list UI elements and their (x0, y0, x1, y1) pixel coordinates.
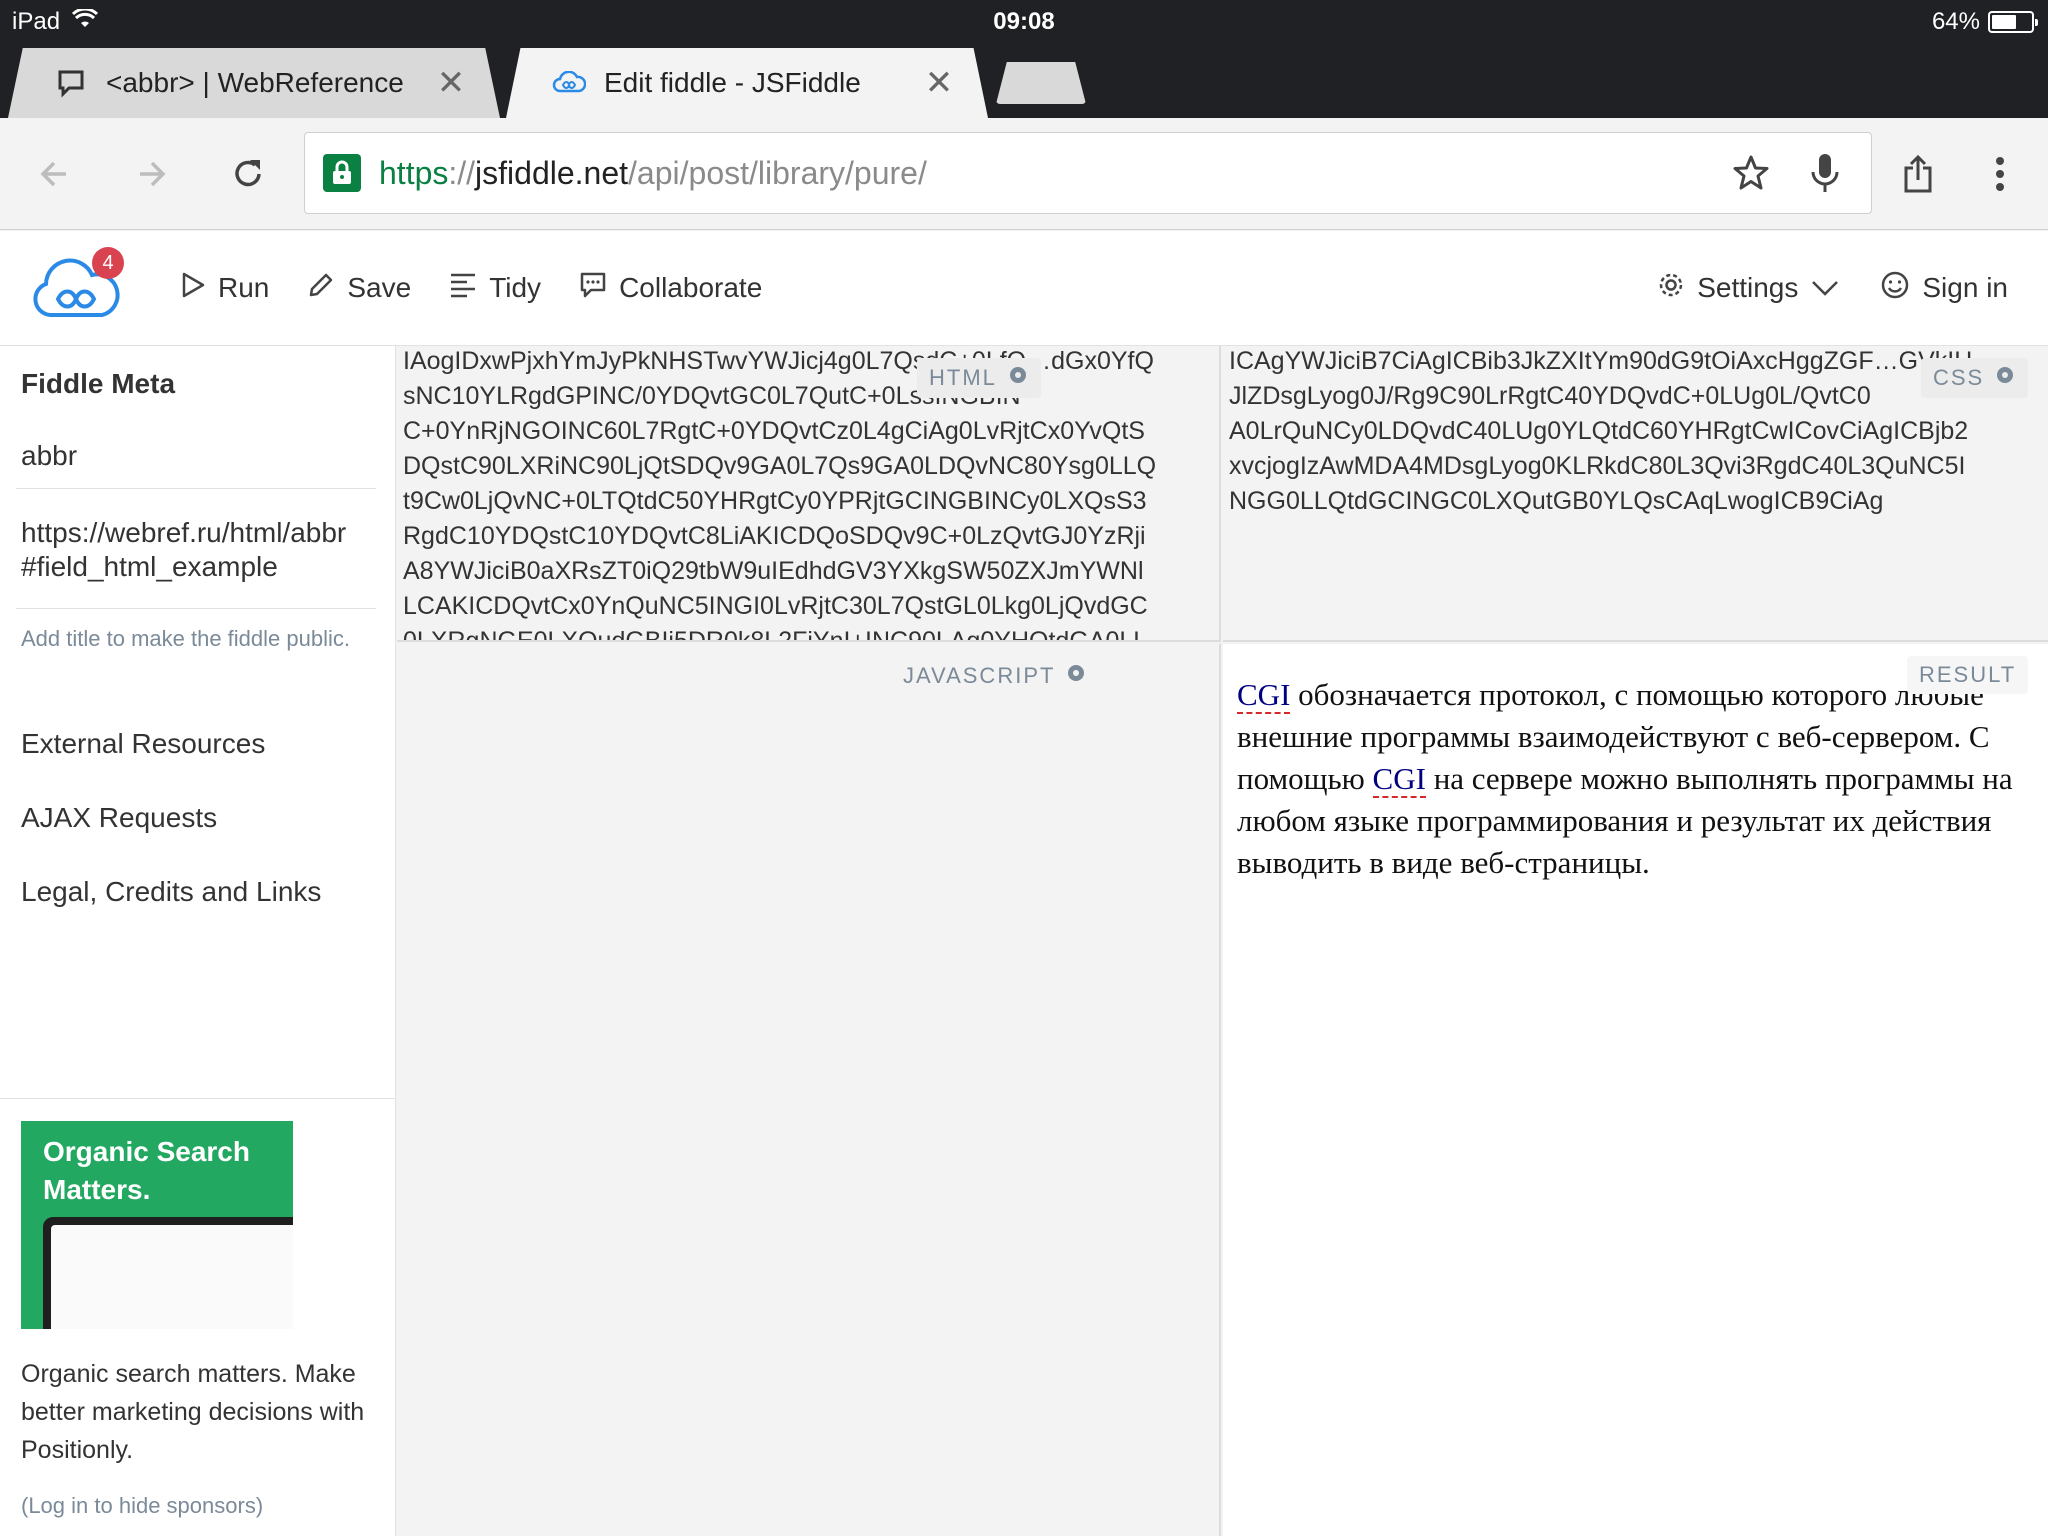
collaborate-button[interactable]: Collaborate (579, 261, 762, 315)
tab-jsfiddle[interactable]: Edit fiddle - JSFiddle ✕ (506, 48, 988, 118)
settings-dropdown[interactable]: Settings (1657, 261, 1840, 315)
html-editor-panel[interactable]: IAogIDxwPjxhYmJyPkNHSTwvYWJicj4g0L7QsdC+… (397, 346, 1221, 642)
microphone-icon[interactable] (1797, 145, 1853, 201)
javascript-label-text: JAVASCRIPT (903, 663, 1056, 688)
address-bar[interactable]: https://jsfiddle.net/api/post/library/pu… (304, 132, 1872, 214)
browser-tab-strip: <abbr> | WebReference ✕ Edit fiddle - JS… (0, 42, 2048, 118)
sponsor-ad-image[interactable]: Organic Search Matters. (21, 1121, 293, 1329)
result-paragraph: CGI обозначается протокол, с помощью кот… (1237, 674, 2037, 884)
gear-icon (1994, 364, 2016, 392)
save-button[interactable]: Save (307, 261, 411, 315)
reload-icon[interactable] (220, 146, 276, 202)
chevron-down-icon (1810, 272, 1840, 304)
html-code-line: sNC10YLRgdGPINC/0YDQvtGC0L7QutC+0LssINGB… (403, 382, 1021, 410)
javascript-panel-label[interactable]: JAVASCRIPT (891, 656, 1099, 696)
gear-icon (1657, 271, 1685, 306)
battery-icon (1988, 11, 2038, 33)
dashboard-preview (43, 1217, 293, 1329)
ajax-requests-link[interactable]: AJAX Requests (21, 802, 217, 834)
url-text: https://jsfiddle.net/api/post/library/pu… (379, 154, 927, 191)
tab-title: Edit fiddle - JSFiddle (604, 67, 861, 98)
html-code-line: 0LXRgNGE0LXQudGBIj5DR0k8L2FiYnI+INC90LAg… (403, 627, 1148, 642)
css-label-text: CSS (1933, 365, 1985, 390)
tab-webreference[interactable]: <abbr> | WebReference ✕ (8, 48, 500, 118)
description-line: #field_html_example (21, 551, 278, 582)
external-resources-link[interactable]: External Resources (21, 728, 265, 760)
jsfiddle-cloud-icon (552, 66, 586, 100)
forward-icon[interactable] (124, 146, 180, 202)
notification-badge: 4 (92, 247, 124, 279)
css-code-line: xvcjogIzAwMDA4MDsgLyog0KLRkdC80L3Qvi3Rgd… (1229, 452, 1966, 480)
description-line: https://webref.ru/html/abbr (21, 517, 347, 548)
run-button[interactable]: Run (180, 261, 269, 315)
gear-icon (1065, 662, 1087, 690)
ios-status-bar: iPad 09:08 64% (0, 0, 2048, 42)
align-left-icon (449, 272, 477, 305)
html-panel-label[interactable]: HTML (917, 358, 1041, 398)
clock: 09:08 (993, 8, 1055, 35)
comment-icon (54, 66, 88, 100)
jsfiddle-logo[interactable]: 4 (30, 247, 124, 323)
abbr-cgi[interactable]: CGI (1372, 761, 1426, 798)
back-icon[interactable] (26, 146, 82, 202)
result-panel[interactable]: CGI обозначается протокол, с помощью кот… (1223, 644, 2048, 1536)
hide-sponsors-link[interactable]: (Log in to hide sponsors) (21, 1493, 263, 1519)
result-panel-label: RESULT (1907, 656, 2029, 694)
new-tab-button[interactable] (996, 62, 1086, 104)
tidy-button[interactable]: Tidy (449, 261, 541, 315)
fiddle-title-field[interactable]: abbr (21, 440, 77, 472)
browser-toolbar: https://jsfiddle.net/api/post/library/pu… (0, 118, 2048, 230)
css-code-line: A0LrQuNCy0LDQvdC40LUg0YLQtdC60YHRgtCwICo… (1229, 417, 1969, 445)
html-code-line: DQstC90LXRiNC90LjQtSDQv9GA0L7Qs9GA0LDQvN… (403, 452, 1157, 480)
html-code-line: t9Cw0LjQvNC+0LTQtdC50YHRgtCy0YPRjtGCINGB… (403, 487, 1147, 515)
sign-in-label: Sign in (1922, 272, 2008, 303)
share-icon[interactable] (1890, 146, 1946, 202)
gear-icon (1007, 364, 1029, 392)
html-label-text: HTML (929, 365, 997, 390)
fiddle-sidebar: Fiddle Meta abbr https://webref.ru/html/… (0, 346, 396, 1536)
html-code[interactable]: IAogIDxwPjxhYmJyPkNHSTwvYWJicj4g0L7QsdC+… (403, 346, 1215, 642)
legal-credits-link[interactable]: Legal, Credits and Links (21, 876, 321, 908)
bookmark-star-icon[interactable] (1723, 145, 1779, 201)
chat-icon (579, 271, 607, 306)
tidy-label: Tidy (489, 272, 542, 303)
play-icon (180, 271, 206, 306)
fiddle-meta-title: Fiddle Meta (21, 368, 176, 399)
jsfiddle-header: 4 Run Save Tidy Collaborate Settings Sig… (0, 231, 2048, 346)
sponsor-block: Organic Search Matters. Organic search m… (0, 1098, 396, 1536)
tab-title: <abbr> | WebReference (106, 67, 404, 98)
sponsor-text[interactable]: Organic search matters. Make better mark… (21, 1355, 377, 1469)
save-label: Save (347, 272, 412, 303)
sign-in-button[interactable]: Sign in (1880, 261, 2008, 315)
battery-percent: 64% (1931, 8, 1980, 35)
run-label: Run (218, 272, 270, 303)
smiley-icon (1880, 270, 1910, 307)
javascript-editor-panel[interactable]: JAVASCRIPT (397, 644, 1221, 1536)
menu-dots-icon[interactable] (1972, 146, 2028, 202)
lock-icon (323, 154, 361, 192)
css-panel-label[interactable]: CSS (1921, 358, 2029, 398)
html-code-line: LCAKICDQvtCx0YnQuNC5INGI0LvRjtC30L7QstGL… (403, 592, 1148, 620)
html-code-line: RgdC10YDQstC10YDQvtC8LiAKICDQoSDQv9C+0Lz… (403, 522, 1146, 550)
css-code-line: NGG0LLQtdGCINGC0LXQutGB0YLQsCAqLwogICB9C… (1229, 487, 1884, 515)
ad-title: Organic Search Matters. (43, 1136, 250, 1205)
html-code-line: IAogIDxwPjxhYmJyPkNHSTwvYWJicj4g0L7QsdC+… (403, 347, 1154, 375)
css-editor-panel[interactable]: ICAgYWJiciB7CiAgICBib3JkZXItYm90dG9tOiAx… (1223, 346, 2048, 642)
html-code-line: A8YWJiciB0aXRsZT0iQ29tbW9uIEdhdGV3YXkgSW… (403, 557, 1144, 585)
abbr-cgi[interactable]: CGI (1237, 677, 1291, 714)
result-label-text: RESULT (1919, 662, 2017, 687)
close-tab-icon[interactable]: ✕ (434, 63, 468, 103)
settings-label: Settings (1697, 272, 1799, 303)
pencil-icon (307, 271, 335, 306)
html-code-line: C+0YnRjNGOINC60L7RgtC+0YDQvtCz0L4gCiAg0L… (403, 417, 1145, 445)
collaborate-label: Collaborate (619, 272, 763, 303)
public-hint: Add title to make the fiddle public. (21, 626, 350, 651)
close-tab-icon[interactable]: ✕ (922, 63, 956, 103)
fiddle-description-field[interactable]: https://webref.ru/html/abbr #field_html_… (21, 516, 346, 584)
